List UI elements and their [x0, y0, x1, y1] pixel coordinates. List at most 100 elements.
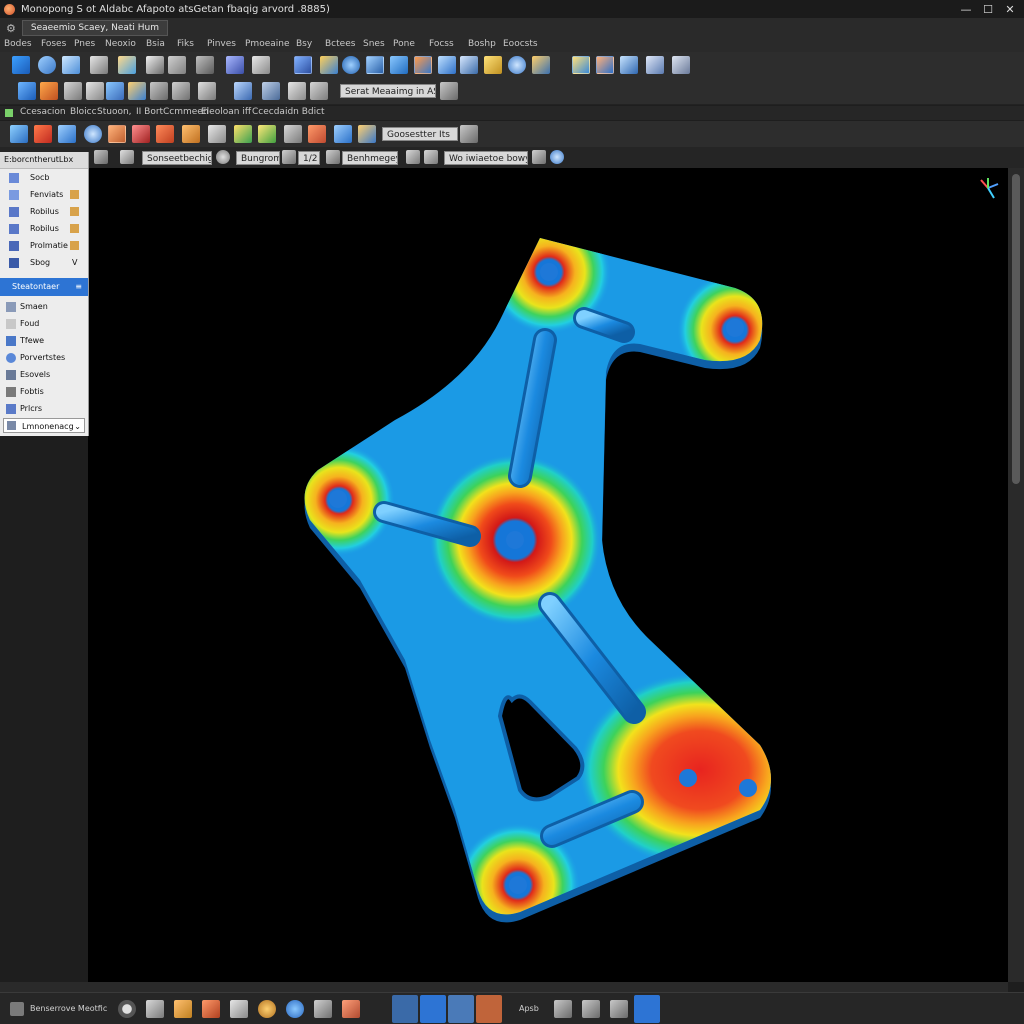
menu-item[interactable]: Snes	[363, 39, 385, 49]
active-view-icon[interactable]	[420, 995, 446, 1023]
document-tab[interactable]: Seaeemio Scaey, Neati Hum	[21, 20, 169, 36]
menu-icon[interactable]: ≡	[75, 278, 82, 296]
dimension-tool-icon[interactable]	[198, 82, 216, 100]
edit-icon[interactable]	[70, 224, 79, 233]
panel-item[interactable]: Socb	[0, 170, 88, 186]
results-tool-icon[interactable]	[532, 56, 550, 74]
sketch-tool-icon[interactable]	[12, 56, 30, 74]
globe-view-icon[interactable]	[634, 995, 660, 1023]
plot-view-icon[interactable]	[448, 995, 474, 1023]
close-button[interactable]: ✕	[996, 0, 1024, 18]
thermal-icon[interactable]	[108, 125, 126, 143]
menu-item[interactable]: Fiks	[177, 39, 194, 49]
menu-item[interactable]: Focss	[429, 39, 454, 49]
mirror-tool-icon[interactable]	[196, 56, 214, 74]
fea-stress-model[interactable]	[88, 168, 1008, 982]
plot-icon[interactable]	[334, 125, 352, 143]
add-icon[interactable]	[202, 1000, 220, 1018]
camera-icon[interactable]	[258, 1000, 276, 1018]
grid-icon[interactable]	[554, 1000, 572, 1018]
panel-item[interactable]: Fobtis	[0, 384, 88, 400]
spring-icon[interactable]	[156, 125, 174, 143]
pin-icon[interactable]	[182, 125, 200, 143]
lights-icon[interactable]	[424, 150, 438, 164]
relation-tool-icon[interactable]	[234, 82, 252, 100]
plane-tool-icon[interactable]	[168, 56, 186, 74]
bolt-hole[interactable]	[506, 531, 524, 549]
tiles-icon[interactable]	[582, 1000, 600, 1018]
panel-item[interactable]: Robilus	[0, 221, 88, 237]
rocket-icon[interactable]	[230, 1000, 248, 1018]
panel-item[interactable]: Porvertstes	[0, 350, 88, 366]
menu-item[interactable]: Boshp	[468, 39, 496, 49]
fixture-tool-icon[interactable]	[460, 56, 478, 74]
study-name-field[interactable]: Serat Meaaimg in ASO	[340, 84, 436, 98]
run-icon[interactable]	[308, 125, 326, 143]
fillet-tool-icon[interactable]	[128, 82, 146, 100]
offset-tool-icon[interactable]	[172, 82, 190, 100]
mesh-control-icon[interactable]	[234, 125, 252, 143]
refresh-icon[interactable]	[286, 1000, 304, 1018]
mesh-icon[interactable]	[258, 125, 276, 143]
panel-item[interactable]: Robilus	[0, 204, 88, 220]
pencil-icon[interactable]	[174, 1000, 192, 1018]
hide-show-icon[interactable]	[326, 150, 340, 164]
bolt-icon[interactable]	[132, 125, 150, 143]
load-tool-icon[interactable]	[390, 56, 408, 74]
scrollbar-thumb[interactable]	[1012, 174, 1020, 484]
sensor-icon[interactable]	[284, 125, 302, 143]
menu-item[interactable]: Eoocsts	[503, 39, 538, 49]
view-settings-icon[interactable]	[216, 150, 230, 164]
select-icon[interactable]	[146, 1000, 164, 1018]
plot-tool-icon[interactable]	[572, 56, 590, 74]
mesh-tool-icon[interactable]	[294, 56, 312, 74]
pressure-icon[interactable]	[58, 125, 76, 143]
menu-item[interactable]: Pnes	[74, 39, 95, 49]
point-tool-icon[interactable]	[40, 82, 58, 100]
panel-item[interactable]: Smaen	[0, 299, 88, 315]
diamond-tool-icon[interactable]	[438, 56, 456, 74]
tab-item[interactable]: Stuoon,	[97, 107, 132, 117]
table-icon[interactable]	[610, 1000, 628, 1018]
split-view-icon[interactable]	[392, 995, 418, 1023]
background-field[interactable]: Bungrome	[236, 151, 280, 165]
menu-item[interactable]: Pinves	[207, 39, 236, 49]
arc-tool-icon[interactable]	[86, 82, 104, 100]
line-tool-icon[interactable]	[64, 82, 82, 100]
menu-item[interactable]: Pone	[393, 39, 415, 49]
study-menu-icon[interactable]	[460, 125, 478, 143]
study-selector-field[interactable]: Goosestter Its	[382, 127, 458, 141]
tab-item[interactable]: Eleoloan iff	[201, 107, 251, 117]
axis-tool-icon[interactable]	[252, 56, 270, 74]
edit-icon[interactable]	[70, 190, 79, 199]
probe-result-icon[interactable]	[620, 56, 638, 74]
compare-icon[interactable]	[358, 125, 376, 143]
menu-item[interactable]: Bctees	[325, 39, 355, 49]
panel-item[interactable]: Sbog V	[0, 255, 88, 271]
revolve-tool-icon[interactable]	[38, 56, 56, 74]
probe-tool-icon[interactable]	[320, 56, 338, 74]
bolt-hole[interactable]	[509, 876, 527, 894]
scene-icon[interactable]	[406, 150, 420, 164]
appearance-field[interactable]: Benhmegey iiv	[342, 151, 398, 165]
repair-tool-icon[interactable]	[262, 82, 280, 100]
gear-icon[interactable]: ⚙	[6, 22, 16, 35]
display-mode-field[interactable]: Wo iwiaetoe bowys ae	[444, 151, 528, 165]
expand-chevron[interactable]: V	[72, 255, 77, 267]
chevron-down-icon[interactable]: ⌄	[74, 419, 81, 434]
spline-tool-icon[interactable]	[106, 82, 124, 100]
selected-panel-item[interactable]: Steatontaer ≡	[0, 278, 88, 296]
menu-item[interactable]: Pmoeaine	[245, 39, 290, 49]
tab-item[interactable]: Ccesacion	[20, 107, 66, 117]
render-view-icon[interactable]	[476, 995, 502, 1023]
sphere-tool-icon[interactable]	[342, 56, 360, 74]
tab-item[interactable]: II Bort	[136, 107, 163, 117]
study-options-icon[interactable]	[440, 82, 458, 100]
bolt-hole[interactable]	[329, 490, 347, 508]
material-tool-icon[interactable]	[484, 56, 502, 74]
tab-item[interactable]: Ccecdaidn Bdict	[252, 107, 325, 117]
bolt-hole[interactable]	[739, 779, 757, 797]
bolt-hole[interactable]	[540, 263, 558, 281]
contact-icon[interactable]	[208, 125, 226, 143]
menu-item[interactable]: Neoxio	[105, 39, 136, 49]
